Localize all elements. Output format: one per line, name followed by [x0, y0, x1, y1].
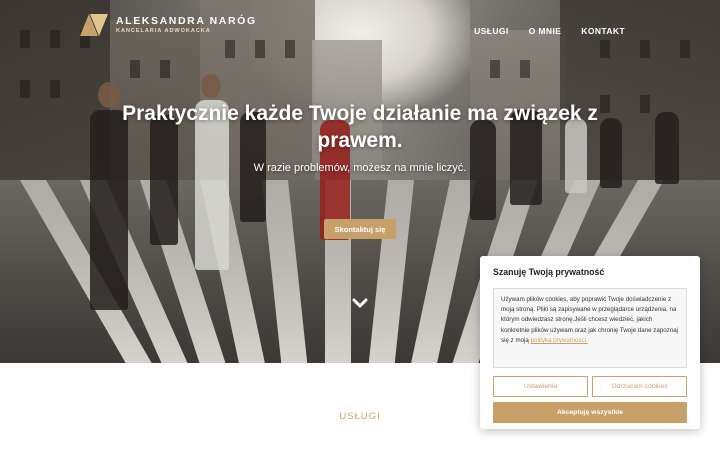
- hero-subtitle: W razie problemów, możesz na mnie liczyć…: [253, 162, 467, 174]
- nav-item-uslugi[interactable]: USŁUGI: [474, 26, 509, 36]
- hero-title: Praktycznie każde Twoje działanie ma zwi…: [122, 102, 598, 152]
- chevron-down-icon[interactable]: [352, 297, 368, 309]
- nav-item-o-mnie[interactable]: O MNIE: [529, 26, 562, 36]
- brand-text: ALEKSANDRA NARÓG KANCELARIA ADWOKACKA: [116, 15, 257, 35]
- services-heading: USŁUGI: [339, 411, 381, 422]
- cookie-secondary-actions: Ustawienia Odrzucam cookies: [493, 376, 687, 397]
- logo-monogram-icon: [80, 14, 110, 36]
- reject-cookies-button[interactable]: Odrzucam cookies: [592, 376, 687, 397]
- cookie-description: Używam plików cookies, aby poprawić Twoj…: [493, 288, 687, 368]
- main-nav: USŁUGI O MNIE KONTAKT: [474, 26, 625, 36]
- nav-item-kontakt[interactable]: KONTAKT: [581, 26, 625, 36]
- cookie-title: Szanuję Twoją prywatność: [493, 267, 605, 277]
- accept-all-cookies-button[interactable]: Akceptuję wszystkie: [493, 402, 687, 423]
- brand-logo[interactable]: ALEKSANDRA NARÓG KANCELARIA ADWOKACKA: [80, 14, 257, 36]
- contact-button[interactable]: Skontaktuj się: [324, 219, 396, 239]
- cookie-settings-button[interactable]: Ustawienia: [493, 376, 588, 397]
- brand-subtitle: KANCELARIA ADWOKACKA: [116, 28, 211, 34]
- brand-name: ALEKSANDRA NARÓG: [116, 15, 257, 27]
- cookie-text: Używam plików cookies, aby poprawić Twoj…: [501, 296, 679, 344]
- cookie-consent-dialog: Szanuję Twoją prywatność Używam plików c…: [480, 256, 700, 429]
- privacy-policy-link[interactable]: polityką prywatności.: [531, 337, 588, 344]
- page: ALEKSANDRA NARÓG KANCELARIA ADWOKACKA US…: [0, 0, 720, 450]
